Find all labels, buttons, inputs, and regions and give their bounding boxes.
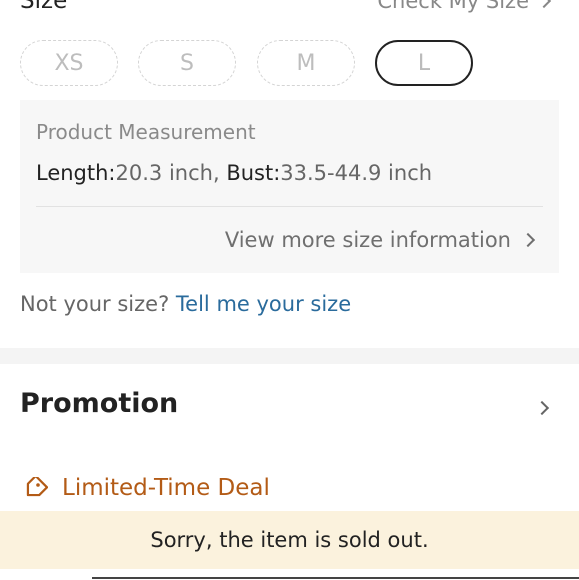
chevron-right-icon: [534, 400, 550, 416]
size-option-l[interactable]: L: [375, 40, 473, 86]
promotion-title: Promotion: [20, 388, 179, 419]
bust-value: 33.5-44.9 inch: [280, 161, 433, 185]
size-prompt: Not your size? Tell me your size: [20, 292, 351, 316]
product-size-page: Size Check My Size XS S M L Product Meas…: [0, 0, 579, 580]
view-more-size-info-link[interactable]: View more size information: [224, 228, 536, 252]
size-prompt-text: Not your size?: [20, 292, 170, 316]
check-my-size-link[interactable]: Check My Size: [377, 0, 552, 13]
tag-icon: [26, 477, 48, 497]
deal-label: Limited-Time Deal: [62, 475, 270, 501]
bottom-divider: [92, 577, 579, 579]
measurement-values: Length:20.3 inch, Bust:33.5-44.9 inch: [36, 161, 432, 185]
size-option-m[interactable]: M: [257, 40, 355, 86]
size-title: Size: [20, 0, 68, 14]
chevron-right-icon: [536, 0, 552, 9]
sold-out-message: Sorry, the item is sold out.: [150, 528, 429, 552]
bottom-bar: [0, 569, 579, 580]
promotion-expand-button[interactable]: [534, 398, 550, 417]
length-label: Length:: [36, 161, 116, 185]
measurement-title: Product Measurement: [36, 120, 256, 144]
product-measurement-panel: Product Measurement Length:20.3 inch, Bu…: [20, 100, 559, 273]
bust-label: Bust:: [226, 161, 281, 185]
limited-time-deal[interactable]: Limited-Time Deal: [22, 475, 270, 501]
length-value: 20.3 inch,: [115, 161, 220, 185]
section-divider: [0, 348, 579, 364]
divider: [36, 206, 543, 207]
size-option-xs[interactable]: XS: [20, 40, 118, 86]
sold-out-banner: Sorry, the item is sold out.: [0, 511, 579, 569]
check-my-size-label: Check My Size: [377, 0, 529, 13]
chevron-right-icon: [520, 232, 536, 248]
size-header: Size Check My Size: [0, 0, 579, 22]
size-option-s[interactable]: S: [138, 40, 236, 86]
tell-me-your-size-link[interactable]: Tell me your size: [176, 292, 351, 316]
view-more-label: View more size information: [224, 228, 511, 252]
